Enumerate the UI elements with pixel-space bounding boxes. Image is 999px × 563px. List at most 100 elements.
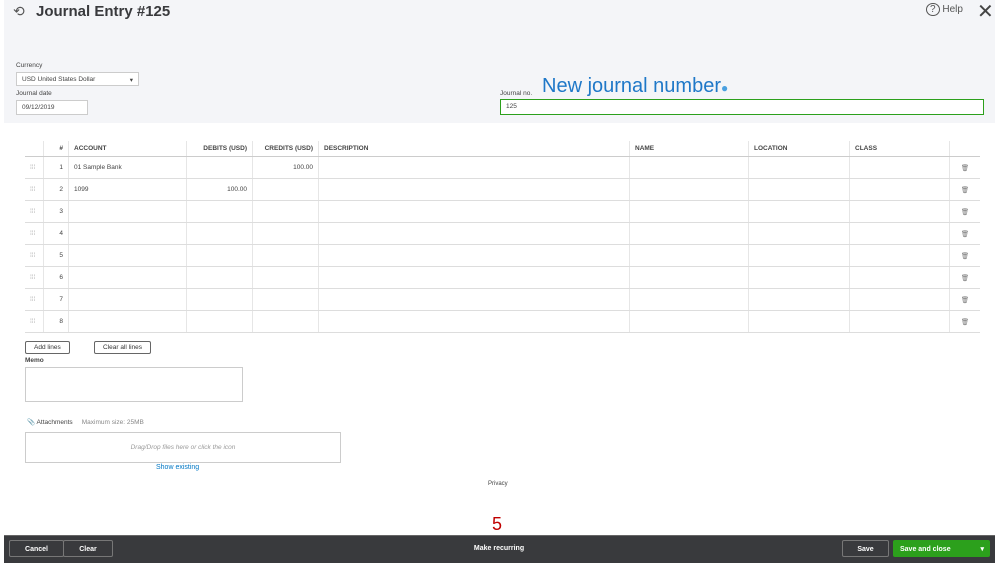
name-cell[interactable] [629,156,749,179]
location-cell[interactable] [748,244,850,267]
table-row[interactable]: ⁞⁞⁞ 6 🗑 [25,266,980,289]
trash-icon[interactable]: 🗑 [949,200,980,223]
trash-icon[interactable]: 🗑 [949,266,980,289]
debit-cell[interactable] [186,222,253,245]
class-cell[interactable] [849,288,950,311]
description-cell[interactable] [318,222,630,245]
debit-cell[interactable] [186,156,253,179]
privacy-link[interactable]: Privacy [488,481,508,487]
drag-handle-icon[interactable]: ⁞⁞⁞ [25,222,44,245]
location-cell[interactable] [748,288,850,311]
name-cell[interactable] [629,244,749,267]
drag-handle-icon[interactable]: ⁞⁞⁞ [25,266,44,289]
debit-cell[interactable]: 100.00 [186,178,253,201]
debit-cell[interactable] [186,310,253,333]
show-existing-link[interactable]: Show existing [156,464,199,471]
name-cell[interactable] [629,266,749,289]
table-row[interactable]: ⁞⁞⁞ 2 1099 100.00 🗑 [25,178,980,201]
table-row[interactable]: ⁞⁞⁞ 1 01 Sample Bank 100.00 🗑 [25,156,980,179]
drag-handle-icon[interactable]: ⁞⁞⁞ [25,310,44,333]
account-cell[interactable]: 1099 [68,178,187,201]
clear-all-lines-button[interactable]: Clear all lines [94,341,152,354]
drag-handle-icon[interactable]: ⁞⁞⁞ [25,178,44,201]
drag-handle-icon[interactable]: ⁞⁞⁞ [25,288,44,311]
trash-icon[interactable]: 🗑 [949,310,980,333]
location-cell[interactable] [748,156,850,179]
credit-cell[interactable] [252,244,319,267]
add-lines-button[interactable]: Add lines [25,341,70,354]
table-row[interactable]: ⁞⁞⁞ 4 🗑 [25,222,980,245]
name-cell[interactable] [629,200,749,223]
class-cell[interactable] [849,310,950,333]
description-cell[interactable] [318,266,630,289]
description-cell[interactable] [318,310,630,333]
class-cell[interactable] [849,178,950,201]
name-cell[interactable] [629,222,749,245]
class-cell[interactable] [849,266,950,289]
credit-cell[interactable] [252,222,319,245]
credit-cell[interactable] [252,200,319,223]
debit-cell[interactable] [186,288,253,311]
location-cell[interactable] [748,200,850,223]
credit-cell[interactable] [252,310,319,333]
table-row[interactable]: ⁞⁞⁞ 8 🗑 [25,310,980,333]
make-recurring-button[interactable]: Make recurring [454,540,544,557]
description-cell[interactable] [318,288,630,311]
currency-select[interactable]: USD United States Dollar ▾ [16,72,139,86]
account-cell[interactable] [68,266,187,289]
memo-input[interactable] [25,367,243,402]
journal-no-input[interactable]: 125 [500,99,984,115]
credit-cell[interactable] [252,288,319,311]
account-cell[interactable] [68,310,187,333]
location-cell[interactable] [748,266,850,289]
trash-icon[interactable]: 🗑 [949,222,980,245]
class-cell[interactable] [849,244,950,267]
description-cell[interactable] [318,178,630,201]
debit-cell[interactable] [186,244,253,267]
save-and-close-button[interactable]: Save and close ▾ [893,540,990,557]
help-button[interactable]: ? Help [926,3,963,16]
account-cell[interactable]: 01 Sample Bank [68,156,187,179]
credit-cell[interactable]: 100.00 [252,156,319,179]
name-cell[interactable] [629,178,749,201]
name-cell[interactable] [629,310,749,333]
table-row[interactable]: ⁞⁞⁞ 3 🗑 [25,200,980,223]
credit-cell[interactable] [252,266,319,289]
trash-icon[interactable]: 🗑 [949,244,980,267]
class-cell[interactable] [849,156,950,179]
account-cell[interactable] [68,288,187,311]
chevron-down-icon[interactable]: ▾ [980,541,984,558]
drag-handle-icon[interactable]: ⁞⁞⁞ [25,156,44,179]
description-cell[interactable] [318,156,630,179]
page-title: Journal Entry #125 [36,3,171,20]
header: ⟲ Journal Entry #125 ? Help ✕ Currency U… [4,0,995,123]
account-cell[interactable] [68,200,187,223]
class-cell[interactable] [849,222,950,245]
account-cell[interactable] [68,222,187,245]
trash-icon[interactable]: 🗑 [949,156,980,179]
clear-button[interactable]: Clear [63,540,113,557]
attachment-dropzone[interactable]: Drag/Drop files here or click the icon [25,432,341,463]
drag-handle-icon[interactable]: ⁞⁞⁞ [25,200,44,223]
credit-cell[interactable] [252,178,319,201]
cancel-button[interactable]: Cancel [9,540,64,557]
table-row[interactable]: ⁞⁞⁞ 7 🗑 [25,288,980,311]
trash-icon[interactable]: 🗑 [949,288,980,311]
class-cell[interactable] [849,200,950,223]
description-cell[interactable] [318,244,630,267]
name-cell[interactable] [629,288,749,311]
history-icon[interactable]: ⟲ [13,3,25,20]
description-cell[interactable] [318,200,630,223]
debit-cell[interactable] [186,266,253,289]
account-cell[interactable] [68,244,187,267]
journal-date-input[interactable]: 09/12/2019 [16,100,88,115]
trash-icon[interactable]: 🗑 [949,178,980,201]
table-row[interactable]: ⁞⁞⁞ 5 🗑 [25,244,980,267]
save-button[interactable]: Save [842,540,889,557]
debit-cell[interactable] [186,200,253,223]
drag-handle-icon[interactable]: ⁞⁞⁞ [25,244,44,267]
close-icon[interactable]: ✕ [977,0,994,24]
location-cell[interactable] [748,310,850,333]
location-cell[interactable] [748,222,850,245]
location-cell[interactable] [748,178,850,201]
